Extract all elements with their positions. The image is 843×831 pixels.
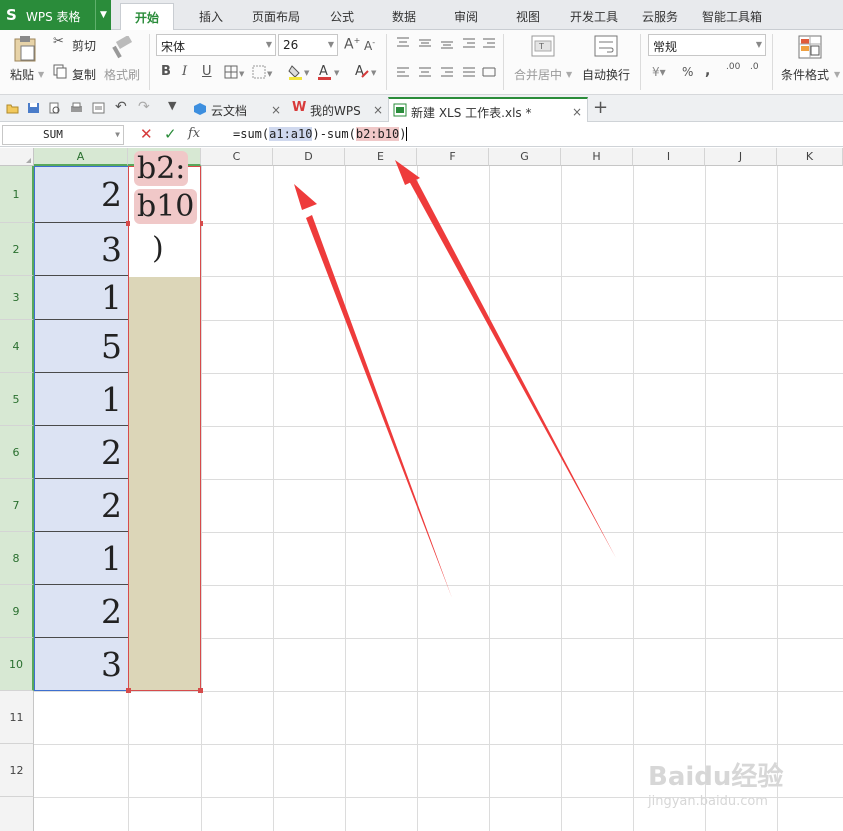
red-arrow-line [409, 177, 616, 558]
watermark-url: jingyan.baidu.com [648, 794, 768, 809]
annotation-arrows [294, 160, 616, 598]
watermark-brand: Baidu经验 [648, 762, 784, 792]
red-arrow-head [294, 184, 317, 210]
baidu-watermark: Baidu经验 jingyan.baidu.com [640, 740, 840, 830]
wps-spreadsheet-window: S WPS 表格 ▼ 开始 插入 页面布局 公式 数据 审阅 视图 开发工具 云… [0, 0, 843, 831]
red-arrow-line [306, 215, 452, 598]
